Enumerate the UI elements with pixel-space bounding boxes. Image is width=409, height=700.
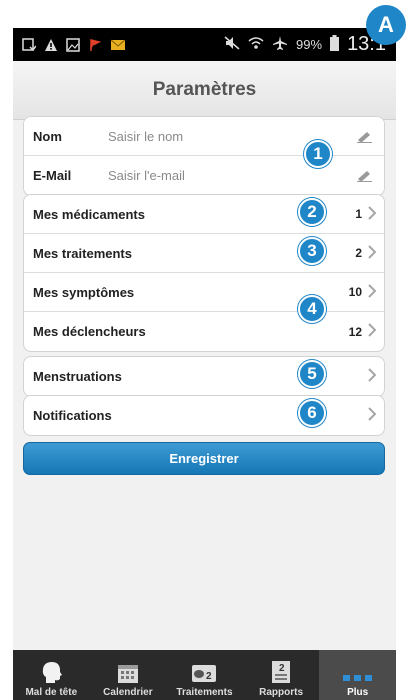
save-button[interactable]: Enregistrer (23, 442, 385, 475)
list-item-symptomes[interactable]: Mes symptômes 10 (24, 273, 384, 312)
tab-label: Calendrier (103, 687, 153, 698)
callout-6: 6 (298, 399, 326, 427)
callout-5: 5 (298, 360, 326, 388)
report-icon: 2 (272, 661, 291, 683)
warning-icon (44, 38, 58, 52)
chevron-right-icon (368, 245, 377, 264)
mute-icon (224, 36, 240, 53)
flag-icon (88, 38, 102, 52)
name-label: Nom (33, 128, 62, 144)
list-item-label: Mes traitements (33, 245, 132, 261)
tab-plus[interactable]: Plus (319, 650, 396, 700)
bottom-tab-bar: Mal de tête Calendrier 2 Traitements 2 R… (13, 650, 396, 700)
notifications-group: Notifications (23, 395, 385, 436)
tab-traitements[interactable]: 2 Traitements (166, 650, 243, 700)
list-item-medicaments[interactable]: Mes médicaments 1 (24, 195, 384, 234)
menstruations-item[interactable]: Menstruations (24, 357, 384, 396)
callout-1: 1 (304, 140, 332, 168)
name-input[interactable]: Saisir le nom (108, 129, 183, 144)
mail-icon (110, 38, 126, 52)
list-item-traitements[interactable]: Mes traitements 2 (24, 234, 384, 273)
tab-label: Mal de tête (25, 687, 78, 698)
download-icon (22, 37, 37, 52)
tab-calendrier[interactable]: Calendrier (90, 650, 167, 700)
chevron-right-icon (368, 368, 377, 387)
tab-label: Traitements (176, 687, 233, 698)
pills-icon: 2 (192, 665, 217, 682)
chevron-right-icon (368, 284, 377, 303)
email-input[interactable]: Saisir l'e-mail (108, 168, 185, 183)
header-bar: Paramètres (13, 61, 396, 120)
notifications-label: Notifications (33, 408, 112, 423)
edit-pencil-icon[interactable] (356, 129, 372, 148)
status-bar: 99% 13:1 (13, 28, 396, 61)
calendar-icon (117, 665, 138, 683)
email-field[interactable]: E-Mail Saisir l'e-mail (24, 156, 384, 195)
more-icon (342, 675, 372, 681)
airplane-icon (272, 35, 288, 54)
image-icon (66, 37, 80, 52)
list-item-label: Mes déclencheurs (33, 324, 146, 339)
head-icon (43, 662, 63, 683)
email-label: E-Mail (33, 168, 72, 183)
list-item-count: 10 (348, 285, 362, 299)
wifi-icon (248, 36, 264, 53)
svg-text:2: 2 (206, 671, 212, 682)
list-item-count: 2 (355, 246, 362, 260)
menstruations-group: Menstruations (23, 356, 385, 397)
svg-text:2: 2 (279, 663, 285, 674)
lists-group: Mes médicaments 1 Mes traitements 2 Mes … (23, 194, 385, 352)
tab-mal-de-tete[interactable]: Mal de tête (13, 650, 90, 700)
callout-badge-a: A (366, 5, 406, 45)
list-item-count: 12 (348, 324, 362, 339)
list-item-declencheurs[interactable]: Mes déclencheurs 12 (24, 312, 384, 351)
battery-icon (330, 35, 340, 54)
callout-4: 4 (298, 295, 326, 323)
phone-screen: 99% 13:1 Paramètres Nom Saisir le nom E-… (13, 28, 396, 700)
chevron-right-icon (368, 206, 377, 225)
list-item-label: Mes médicaments (33, 206, 145, 222)
list-item-count: 1 (355, 207, 362, 221)
tab-label: Rapports (259, 687, 304, 698)
edit-pencil-icon[interactable] (356, 168, 372, 187)
tab-rapports[interactable]: 2 Rapports (243, 650, 320, 700)
tab-label: Plus (347, 687, 369, 698)
callout-3: 3 (298, 237, 326, 265)
battery-percent: 99% (296, 37, 323, 52)
chevron-right-icon (368, 407, 377, 426)
list-item-label: Mes symptômes (33, 284, 135, 300)
menstruations-label: Menstruations (33, 369, 122, 384)
notifications-item[interactable]: Notifications (24, 396, 384, 435)
page-title: Paramètres (152, 79, 257, 100)
callout-2: 2 (298, 198, 326, 226)
chevron-right-icon (368, 323, 377, 342)
